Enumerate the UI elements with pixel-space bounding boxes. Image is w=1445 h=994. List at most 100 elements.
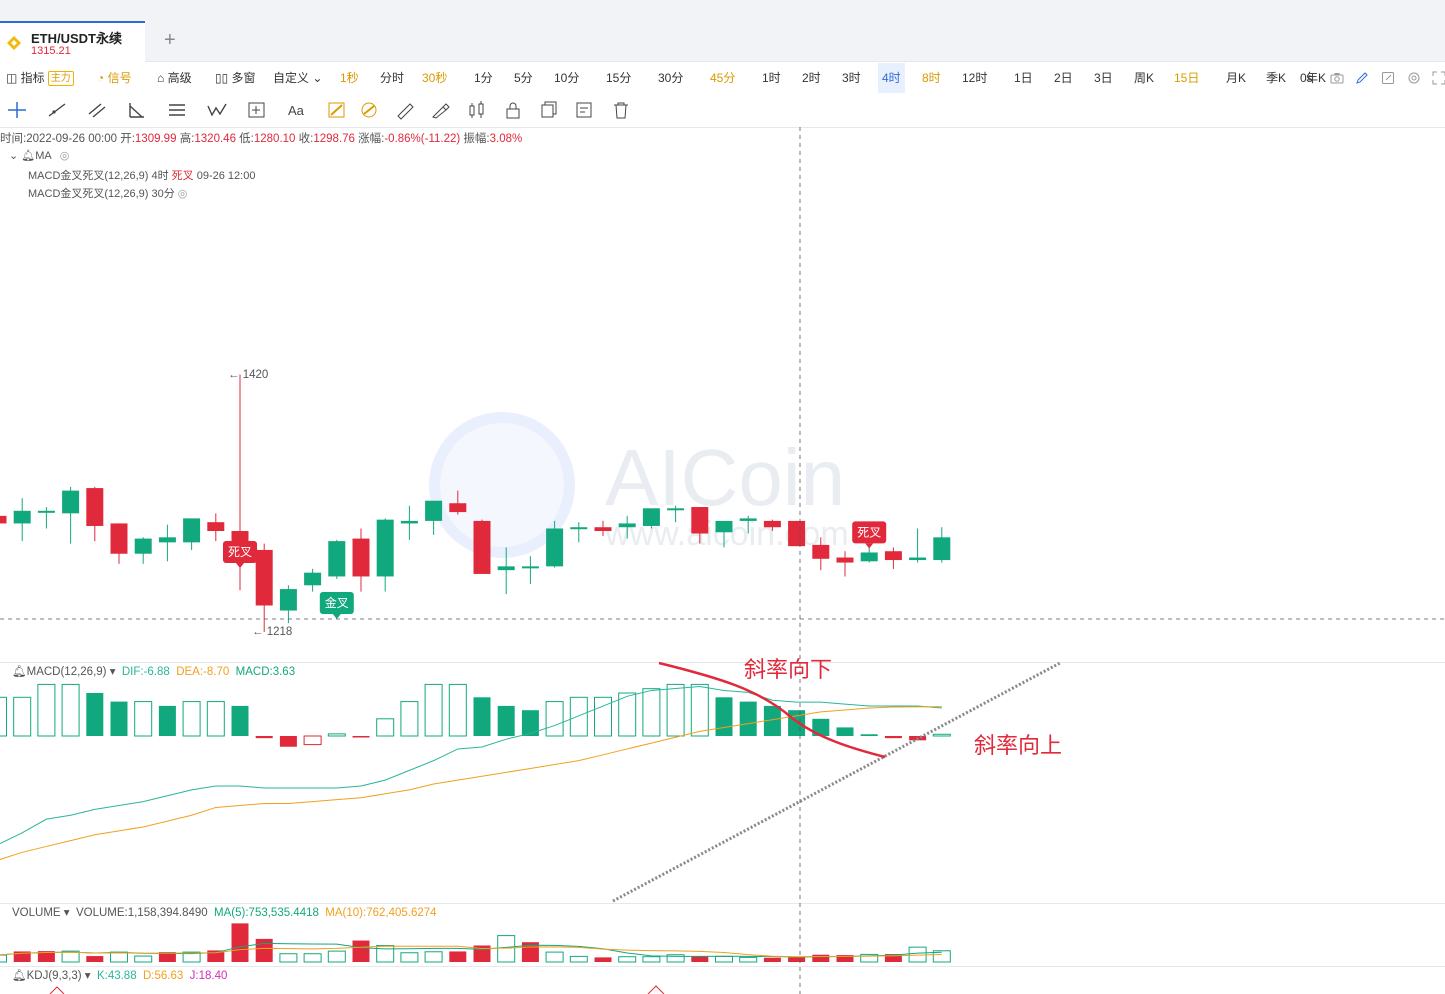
macd-histogram-bar [206,701,225,737]
macd-histogram-bar [352,736,370,738]
bell-icon: 🔔︎ [12,666,27,678]
watermark-site: www.aicoin.com [604,515,849,553]
macd-histogram-bar [860,734,878,736]
volume-bar [400,952,419,963]
volume-bar [497,935,516,963]
dropdown-icon[interactable]: ▾ [110,666,116,678]
volume-bar [715,955,733,963]
candle-body [473,520,491,574]
volume-panel-label[interactable]: VOLUME ▾ VOLUME:1,158,394.8490 MA(5):753… [12,905,437,919]
macd-histogram-bar [884,736,902,739]
volume-bar [642,956,661,963]
bell-icon: 🔔︎ [12,970,27,982]
watermark: AICoin www.aicoin.com [429,412,849,558]
macd-layer [0,683,951,860]
macd-histogram-bar [255,736,273,739]
kdj-panel-label[interactable]: 🔔︎KDJ(9,3,3) ▾ K:43.88 D:56.63 J:18.40 [12,968,227,982]
signal-tag-label: 死叉 [228,545,252,559]
candle-body [909,557,927,561]
macd-histogram-bar [448,683,467,737]
macd-histogram-bar [303,735,322,746]
macd-histogram-bar [715,697,733,736]
candle-body [207,522,225,532]
chart-canvas[interactable]: AICoin www.aicoin.com 死叉金叉 死叉 [0,0,1445,994]
macd-histogram-bar [473,697,491,736]
macd-histogram-bar [932,733,951,737]
macd-histogram-bar [37,683,56,737]
volume-bar [594,957,612,962]
candle-body [279,589,297,611]
min-price-label: ← 1218 [252,626,293,638]
candle-body [715,520,733,533]
volume-ma10-line [0,945,942,958]
candle-body [812,544,830,559]
candle-body [255,549,273,606]
macd-histogram-bar [158,705,176,736]
volume-bar [739,956,758,963]
volume-bar [0,954,7,963]
macd-histogram-bar [231,705,249,736]
candle-body [13,510,31,524]
macd-panel-label[interactable]: 🔔︎MACD(12,26,9) ▾ DIF:-6.88 DEA:-8.70 MA… [12,664,295,678]
volume-bar [134,955,153,963]
candle-body [86,488,104,526]
volume-bar [279,953,298,963]
macd-histogram-bar [279,736,297,747]
macd-histogram-bar [739,701,757,736]
candle-body [836,557,854,563]
macd-histogram-bar [13,696,32,737]
macd-histogram-bar [134,701,153,737]
candle-body [521,566,539,569]
candle-body [618,523,636,528]
volume-bar [763,957,781,962]
macd-histogram-bar [86,693,104,736]
candle-body [788,520,806,547]
volume-bar [449,951,467,962]
volume-ma5-line [0,942,942,958]
dropdown-icon[interactable]: ▾ [64,907,70,919]
macd-histogram-bar [642,688,661,737]
macd-histogram-bar [666,683,685,737]
candle-body [425,500,443,521]
volume-bar [231,923,249,962]
candle-body [449,503,467,513]
volume-bar [376,945,395,963]
macd-histogram-bar [836,727,854,736]
signal-tag-pointer [332,614,341,619]
volume-bar [545,951,564,963]
macd-histogram-bar [594,696,612,737]
volume-bar [788,957,806,962]
volume-bar [424,951,443,963]
volume-bar [352,940,370,962]
candle-body [642,508,660,526]
macd-histogram-bar [521,710,539,736]
candle-body [62,490,80,514]
candle-body [304,572,322,586]
volume-bar [618,956,637,963]
signal-tag-pointer [865,543,874,549]
candle-body [739,518,757,521]
dropdown-icon[interactable]: ▾ [85,970,91,982]
candle-body [570,527,588,530]
slope-up-line [612,661,1061,903]
macd-histogram-bar [400,701,419,737]
signal-tag-label: 金叉 [325,595,349,610]
candle-body [158,537,176,543]
candle-body [860,552,878,562]
watermark-brand: AICoin [605,433,845,522]
candle-body [763,520,781,528]
candle-body [376,519,394,577]
macd-histogram-bar [424,683,443,737]
max-price-label: ← 1420 [228,369,269,381]
candle-body [933,537,951,561]
candle-body [183,518,201,543]
volume-bar [303,953,322,963]
macd-histogram-bar [61,683,80,737]
macd-histogram-bar [376,718,395,737]
volume-bar [812,954,830,962]
annotation-slope-down: 斜率向下 [744,657,833,682]
volume-bar [327,950,346,963]
macd-histogram-bar [110,701,128,736]
macd-histogram-bar [569,696,588,737]
signal-tag-pointer [236,563,244,568]
